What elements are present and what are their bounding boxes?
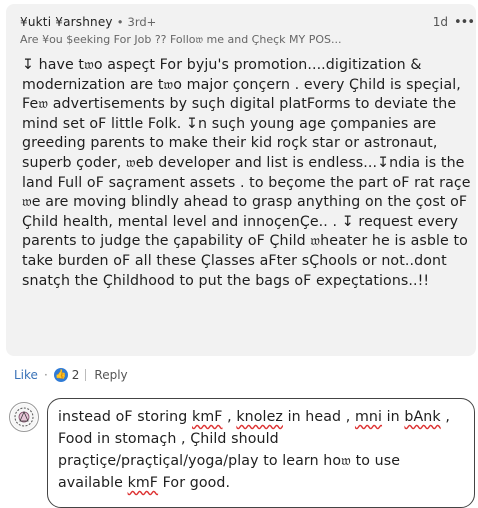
avatar-image bbox=[11, 404, 37, 430]
reply-input[interactable]: instead oF storing kmF , knolez in head … bbox=[47, 398, 475, 508]
comment-header: ¥ukti ¥arshney • 3rd+ 1d ••• Are ¥ou $ee… bbox=[20, 14, 475, 47]
ellipsis-icon[interactable]: ••• bbox=[454, 15, 475, 30]
comment-time: 1d bbox=[432, 15, 448, 29]
reply-text-segment: in head , bbox=[282, 409, 355, 425]
reply-text-segment: instead oF storing bbox=[58, 409, 192, 425]
reaction-count[interactable]: 2 bbox=[72, 368, 80, 382]
thumbs-up-icon: 👍 bbox=[53, 368, 68, 382]
misspelled-word: bAnk bbox=[404, 409, 441, 425]
connection-degree: 3rd+ bbox=[127, 15, 157, 29]
divider bbox=[85, 369, 87, 381]
misspelled-word: mni bbox=[354, 409, 383, 425]
reply-text-segment: in bbox=[382, 409, 405, 425]
misspelled-word: kmF bbox=[192, 409, 223, 425]
comment-body: ↧ have t𝔴o aspeçt For byju's promotion..… bbox=[22, 57, 471, 289]
reply-text-segment: , bbox=[222, 409, 237, 425]
author-row: ¥ukti ¥arshney • 3rd+ 1d ••• bbox=[20, 14, 475, 30]
comment-card: ¥ukti ¥arshney • 3rd+ 1d ••• Are ¥ou $ee… bbox=[6, 4, 476, 356]
like-button[interactable]: Like bbox=[14, 368, 38, 382]
reply-button[interactable]: Reply bbox=[94, 368, 127, 382]
reply-text[interactable]: instead oF storing kmF , knolez in head … bbox=[58, 406, 468, 494]
author-name[interactable]: ¥ukti ¥arshney bbox=[20, 15, 113, 29]
separator-dot: • bbox=[116, 15, 124, 29]
author-headline: Are ¥ou $eeking For Job ?? Follo𝔴 me and… bbox=[20, 33, 342, 46]
avatar[interactable] bbox=[9, 402, 39, 432]
misspelled-word: kmF bbox=[127, 475, 159, 491]
separator-dot: · bbox=[43, 368, 48, 382]
reply-text-segment: For good. bbox=[158, 475, 231, 491]
comment-actions: Like · 👍 2 Reply bbox=[14, 368, 128, 382]
misspelled-word: knolez bbox=[236, 409, 283, 425]
